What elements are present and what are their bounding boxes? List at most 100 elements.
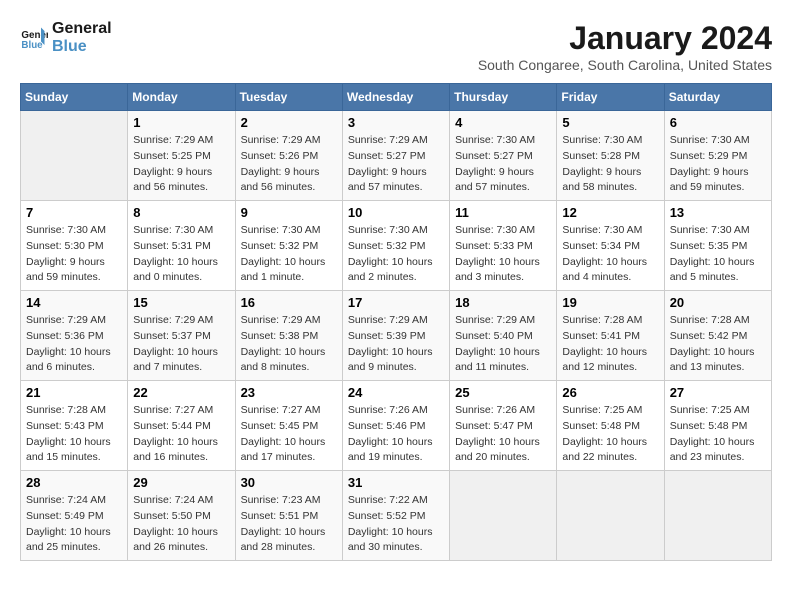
weekday-header-thursday: Thursday — [450, 84, 557, 111]
daylight-text: Daylight: 10 hours and 17 minutes. — [241, 436, 326, 464]
daylight-text: Daylight: 10 hours and 1 minute. — [241, 256, 326, 284]
calendar-cell — [664, 471, 771, 561]
sunrise-text: Sunrise: 7:22 AM — [348, 494, 428, 506]
calendar-cell: 12 Sunrise: 7:30 AM Sunset: 5:34 PM Dayl… — [557, 201, 664, 291]
sunset-text: Sunset: 5:49 PM — [26, 510, 104, 522]
page-header: General Blue General Blue January 2024 S… — [20, 20, 772, 73]
sunset-text: Sunset: 5:31 PM — [133, 240, 211, 252]
sunrise-text: Sunrise: 7:30 AM — [670, 134, 750, 146]
title-section: January 2024 South Congaree, South Carol… — [478, 20, 772, 73]
day-number: 26 — [562, 385, 658, 400]
sunrise-text: Sunrise: 7:24 AM — [133, 494, 213, 506]
sunrise-text: Sunrise: 7:25 AM — [562, 404, 642, 416]
day-info: Sunrise: 7:26 AM Sunset: 5:47 PM Dayligh… — [455, 403, 551, 466]
calendar-cell: 25 Sunrise: 7:26 AM Sunset: 5:47 PM Dayl… — [450, 381, 557, 471]
calendar-cell: 15 Sunrise: 7:29 AM Sunset: 5:37 PM Dayl… — [128, 291, 235, 381]
day-info: Sunrise: 7:23 AM Sunset: 5:51 PM Dayligh… — [241, 493, 337, 556]
calendar-table: SundayMondayTuesdayWednesdayThursdayFrid… — [20, 83, 772, 561]
weekday-header-wednesday: Wednesday — [342, 84, 449, 111]
day-number: 3 — [348, 115, 444, 130]
sunrise-text: Sunrise: 7:28 AM — [562, 314, 642, 326]
day-info: Sunrise: 7:29 AM Sunset: 5:25 PM Dayligh… — [133, 133, 229, 196]
calendar-title: January 2024 — [478, 20, 772, 57]
day-number: 4 — [455, 115, 551, 130]
daylight-text: Daylight: 9 hours and 57 minutes. — [455, 166, 534, 194]
day-number: 14 — [26, 295, 122, 310]
daylight-text: Daylight: 10 hours and 9 minutes. — [348, 346, 433, 374]
calendar-cell — [557, 471, 664, 561]
calendar-cell: 14 Sunrise: 7:29 AM Sunset: 5:36 PM Dayl… — [21, 291, 128, 381]
daylight-text: Daylight: 10 hours and 28 minutes. — [241, 526, 326, 554]
weekday-header-saturday: Saturday — [664, 84, 771, 111]
day-info: Sunrise: 7:29 AM Sunset: 5:27 PM Dayligh… — [348, 133, 444, 196]
day-number: 12 — [562, 205, 658, 220]
day-info: Sunrise: 7:30 AM Sunset: 5:27 PM Dayligh… — [455, 133, 551, 196]
day-number: 8 — [133, 205, 229, 220]
daylight-text: Daylight: 10 hours and 22 minutes. — [562, 436, 647, 464]
sunset-text: Sunset: 5:36 PM — [26, 330, 104, 342]
sunset-text: Sunset: 5:41 PM — [562, 330, 640, 342]
sunrise-text: Sunrise: 7:30 AM — [562, 224, 642, 236]
day-info: Sunrise: 7:28 AM Sunset: 5:42 PM Dayligh… — [670, 313, 766, 376]
sunset-text: Sunset: 5:30 PM — [26, 240, 104, 252]
week-row-4: 21 Sunrise: 7:28 AM Sunset: 5:43 PM Dayl… — [21, 381, 772, 471]
sunrise-text: Sunrise: 7:29 AM — [348, 314, 428, 326]
calendar-cell: 28 Sunrise: 7:24 AM Sunset: 5:49 PM Dayl… — [21, 471, 128, 561]
calendar-cell: 13 Sunrise: 7:30 AM Sunset: 5:35 PM Dayl… — [664, 201, 771, 291]
calendar-cell — [450, 471, 557, 561]
daylight-text: Daylight: 9 hours and 59 minutes. — [26, 256, 105, 284]
daylight-text: Daylight: 9 hours and 57 minutes. — [348, 166, 427, 194]
day-info: Sunrise: 7:28 AM Sunset: 5:41 PM Dayligh… — [562, 313, 658, 376]
day-number: 20 — [670, 295, 766, 310]
sunset-text: Sunset: 5:38 PM — [241, 330, 319, 342]
calendar-cell: 27 Sunrise: 7:25 AM Sunset: 5:48 PM Dayl… — [664, 381, 771, 471]
sunrise-text: Sunrise: 7:30 AM — [455, 224, 535, 236]
day-info: Sunrise: 7:22 AM Sunset: 5:52 PM Dayligh… — [348, 493, 444, 556]
daylight-text: Daylight: 10 hours and 4 minutes. — [562, 256, 647, 284]
sunrise-text: Sunrise: 7:28 AM — [26, 404, 106, 416]
logo: General Blue General Blue — [20, 20, 112, 55]
daylight-text: Daylight: 10 hours and 5 minutes. — [670, 256, 755, 284]
sunrise-text: Sunrise: 7:29 AM — [455, 314, 535, 326]
week-row-3: 14 Sunrise: 7:29 AM Sunset: 5:36 PM Dayl… — [21, 291, 772, 381]
sunrise-text: Sunrise: 7:30 AM — [133, 224, 213, 236]
day-number: 1 — [133, 115, 229, 130]
daylight-text: Daylight: 10 hours and 19 minutes. — [348, 436, 433, 464]
day-number: 19 — [562, 295, 658, 310]
sunset-text: Sunset: 5:25 PM — [133, 150, 211, 162]
daylight-text: Daylight: 9 hours and 58 minutes. — [562, 166, 641, 194]
day-number: 7 — [26, 205, 122, 220]
daylight-text: Daylight: 10 hours and 30 minutes. — [348, 526, 433, 554]
day-number: 9 — [241, 205, 337, 220]
weekday-header-sunday: Sunday — [21, 84, 128, 111]
weekday-header-monday: Monday — [128, 84, 235, 111]
weekday-header-tuesday: Tuesday — [235, 84, 342, 111]
day-number: 25 — [455, 385, 551, 400]
sunset-text: Sunset: 5:50 PM — [133, 510, 211, 522]
daylight-text: Daylight: 10 hours and 7 minutes. — [133, 346, 218, 374]
calendar-cell: 19 Sunrise: 7:28 AM Sunset: 5:41 PM Dayl… — [557, 291, 664, 381]
logo-icon: General Blue — [20, 24, 48, 52]
day-info: Sunrise: 7:27 AM Sunset: 5:45 PM Dayligh… — [241, 403, 337, 466]
sunrise-text: Sunrise: 7:30 AM — [348, 224, 428, 236]
sunset-text: Sunset: 5:52 PM — [348, 510, 426, 522]
day-number: 30 — [241, 475, 337, 490]
sunrise-text: Sunrise: 7:29 AM — [241, 134, 321, 146]
day-number: 24 — [348, 385, 444, 400]
daylight-text: Daylight: 9 hours and 56 minutes. — [241, 166, 320, 194]
sunrise-text: Sunrise: 7:30 AM — [241, 224, 321, 236]
weekday-header-friday: Friday — [557, 84, 664, 111]
sunrise-text: Sunrise: 7:30 AM — [670, 224, 750, 236]
sunset-text: Sunset: 5:27 PM — [348, 150, 426, 162]
calendar-cell: 6 Sunrise: 7:30 AM Sunset: 5:29 PM Dayli… — [664, 111, 771, 201]
logo-line1: General — [52, 20, 112, 38]
daylight-text: Daylight: 10 hours and 26 minutes. — [133, 526, 218, 554]
day-number: 21 — [26, 385, 122, 400]
sunset-text: Sunset: 5:40 PM — [455, 330, 533, 342]
day-info: Sunrise: 7:30 AM Sunset: 5:32 PM Dayligh… — [241, 223, 337, 286]
daylight-text: Daylight: 10 hours and 8 minutes. — [241, 346, 326, 374]
day-info: Sunrise: 7:30 AM Sunset: 5:34 PM Dayligh… — [562, 223, 658, 286]
calendar-cell: 24 Sunrise: 7:26 AM Sunset: 5:46 PM Dayl… — [342, 381, 449, 471]
calendar-cell: 30 Sunrise: 7:23 AM Sunset: 5:51 PM Dayl… — [235, 471, 342, 561]
sunrise-text: Sunrise: 7:28 AM — [670, 314, 750, 326]
